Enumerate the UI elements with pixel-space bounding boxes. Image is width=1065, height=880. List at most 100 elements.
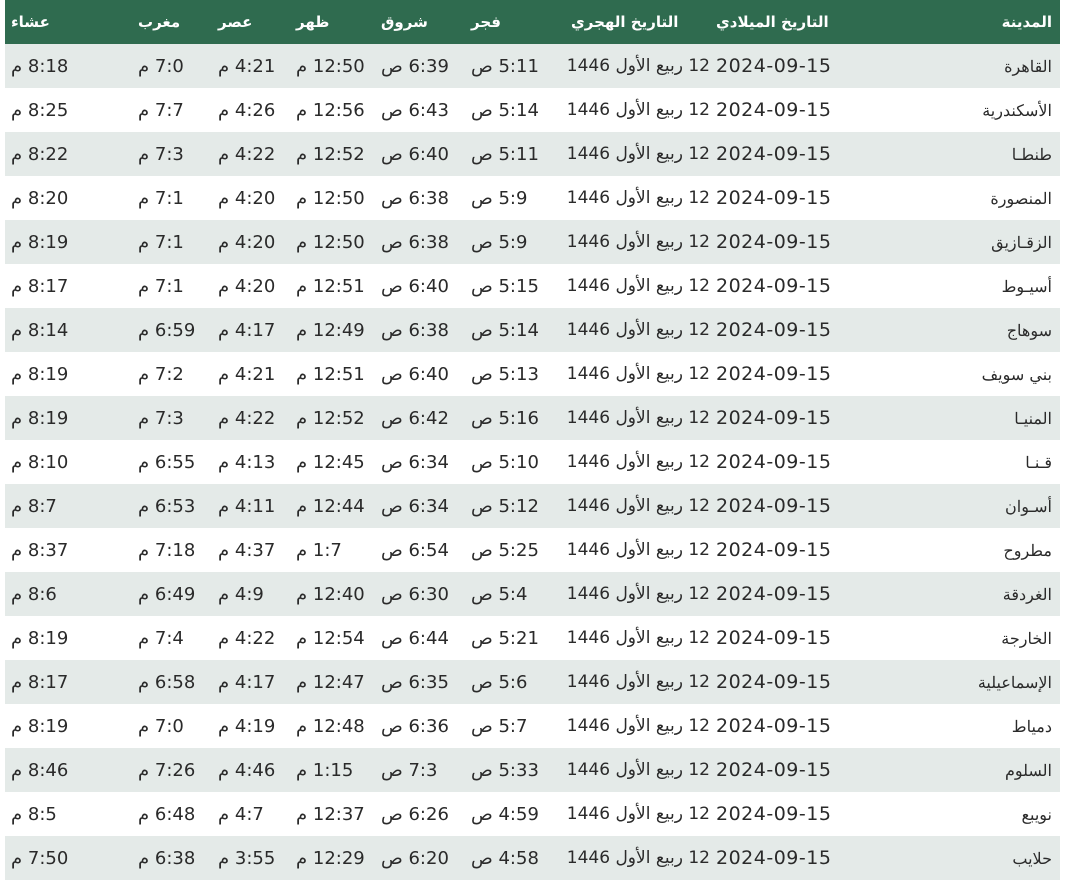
fajr-time-cell: 5:11 ص bbox=[471, 55, 539, 77]
shuruq-time-cell: 6:40 ص bbox=[381, 275, 449, 297]
dhuhr-time-cell: 12:51 م bbox=[296, 363, 365, 385]
table-row: مطروح 2024-09-15 12 ربيع الأول 1446 5:25 ص 6… bbox=[5, 528, 1060, 572]
shuruq-time-cell: 6:30 ص bbox=[381, 583, 449, 605]
gregorian-date-cell: 2024-09-15 bbox=[716, 759, 832, 781]
table-row: قـنـا 2024-09-15 12 ربيع الأول 1446 5:10 ص 6… bbox=[5, 440, 1060, 484]
city-cell: الغردقة bbox=[1002, 584, 1052, 604]
fajr-time-cell: 5:9 ص bbox=[471, 187, 528, 209]
isha-time-cell: 8:17 م bbox=[11, 671, 69, 693]
maghrib-time-cell: 6:58 م bbox=[138, 671, 196, 693]
shuruq-time-cell: 7:3 ص bbox=[381, 759, 438, 781]
header-asr: عصر bbox=[218, 13, 253, 31]
isha-time-cell: 8:19 م bbox=[11, 231, 69, 253]
shuruq-time-cell: 6:40 ص bbox=[381, 143, 449, 165]
gregorian-date-cell: 2024-09-15 bbox=[716, 187, 832, 209]
fajr-time-cell: 5:10 ص bbox=[471, 451, 539, 473]
dhuhr-time-cell: 12:45 م bbox=[296, 451, 365, 473]
table-row: دمياط 2024-09-15 12 ربيع الأول 1446 5:7 ص 6:… bbox=[5, 704, 1060, 748]
asr-time-cell: 4:26 م bbox=[218, 99, 276, 121]
maghrib-time-cell: 7:1 م bbox=[138, 187, 184, 209]
gregorian-date-cell: 2024-09-15 bbox=[716, 495, 832, 517]
fajr-time-cell: 5:11 ص bbox=[471, 143, 539, 165]
hijri-date-cell: 12 ربيع الأول 1446 bbox=[566, 320, 710, 340]
shuruq-time-cell: 6:54 ص bbox=[381, 539, 449, 561]
asr-time-cell: 4:37 م bbox=[218, 539, 276, 561]
header-dhuhr: ظهر bbox=[296, 13, 330, 31]
table-row: المنيـا 2024-09-15 12 ربيع الأول 1446 5:16 … bbox=[5, 396, 1060, 440]
city-cell: السلوم bbox=[1004, 760, 1052, 780]
prayer-times-table-container: المدينة التاريخ الميلادي التاريخ الهجري … bbox=[5, 0, 1060, 880]
isha-time-cell: 8:18 م bbox=[11, 55, 69, 77]
asr-time-cell: 3:55 م bbox=[218, 847, 276, 869]
shuruq-time-cell: 6:20 ص bbox=[381, 847, 449, 869]
isha-time-cell: 8:37 م bbox=[11, 539, 69, 561]
maghrib-time-cell: 7:3 م bbox=[138, 143, 184, 165]
header-city: المدينة bbox=[1001, 13, 1052, 31]
fajr-time-cell: 5:33 ص bbox=[471, 759, 539, 781]
hijri-date-cell: 12 ربيع الأول 1446 bbox=[566, 452, 710, 472]
table-row: الغردقة 2024-09-15 12 ربيع الأول 1446 5:4 ص… bbox=[5, 572, 1060, 616]
city-cell: دمياط bbox=[1011, 716, 1052, 736]
asr-time-cell: 4:20 م bbox=[218, 187, 276, 209]
hijri-date-cell: 12 ربيع الأول 1446 bbox=[566, 100, 710, 120]
asr-time-cell: 4:7 م bbox=[218, 803, 264, 825]
hijri-date-cell: 12 ربيع الأول 1446 bbox=[566, 144, 710, 164]
city-cell: حلايب bbox=[1012, 848, 1052, 868]
asr-time-cell: 4:22 م bbox=[218, 627, 276, 649]
hijri-date-cell: 12 ربيع الأول 1446 bbox=[566, 232, 710, 252]
dhuhr-time-cell: 1:15 م bbox=[296, 759, 354, 781]
dhuhr-time-cell: 12:52 م bbox=[296, 407, 365, 429]
hijri-date-cell: 12 ربيع الأول 1446 bbox=[566, 56, 710, 76]
city-cell: مطروح bbox=[1003, 540, 1052, 560]
table-row: أسـوان 2024-09-15 12 ربيع الأول 1446 5:12 ص… bbox=[5, 484, 1060, 528]
maghrib-time-cell: 7:1 م bbox=[138, 231, 184, 253]
asr-time-cell: 4:20 م bbox=[218, 231, 276, 253]
maghrib-time-cell: 6:59 م bbox=[138, 319, 196, 341]
table-row: طنطـا 2024-09-15 12 ربيع الأول 1446 5:11 ص 6… bbox=[5, 132, 1060, 176]
asr-time-cell: 4:9 م bbox=[218, 583, 264, 605]
isha-time-cell: 8:17 م bbox=[11, 275, 69, 297]
gregorian-date-cell: 2024-09-15 bbox=[716, 363, 832, 385]
maghrib-time-cell: 7:0 م bbox=[138, 715, 184, 737]
hijri-date-cell: 12 ربيع الأول 1446 bbox=[566, 716, 710, 736]
header-isha: عشاء bbox=[11, 13, 50, 31]
hijri-date-cell: 12 ربيع الأول 1446 bbox=[566, 540, 710, 560]
isha-time-cell: 8:14 م bbox=[11, 319, 69, 341]
table-row: الخارجة 2024-09-15 12 ربيع الأول 1446 5:21 … bbox=[5, 616, 1060, 660]
header-row: المدينة التاريخ الميلادي التاريخ الهجري … bbox=[5, 0, 1060, 44]
city-cell: المنيـا bbox=[1014, 408, 1052, 428]
asr-time-cell: 4:21 م bbox=[218, 363, 276, 385]
fajr-time-cell: 5:7 ص bbox=[471, 715, 528, 737]
asr-time-cell: 4:17 م bbox=[218, 671, 276, 693]
fajr-time-cell: 5:25 ص bbox=[471, 539, 539, 561]
isha-time-cell: 8:46 م bbox=[11, 759, 69, 781]
fajr-time-cell: 4:58 ص bbox=[471, 847, 539, 869]
table-row: السلوم 2024-09-15 12 ربيع الأول 1446 5:33 ص… bbox=[5, 748, 1060, 792]
table-row: حلايب 2024-09-15 12 ربيع الأول 1446 4:58 ص 6… bbox=[5, 836, 1060, 880]
gregorian-date-cell: 2024-09-15 bbox=[716, 583, 832, 605]
isha-time-cell: 8:25 م bbox=[11, 99, 69, 121]
fajr-time-cell: 4:59 ص bbox=[471, 803, 539, 825]
header-shuruq: شروق bbox=[381, 13, 428, 31]
gregorian-date-cell: 2024-09-15 bbox=[716, 275, 832, 297]
fajr-time-cell: 5:13 ص bbox=[471, 363, 539, 385]
isha-time-cell: 8:19 م bbox=[11, 407, 69, 429]
gregorian-date-cell: 2024-09-15 bbox=[716, 319, 832, 341]
shuruq-time-cell: 6:34 ص bbox=[381, 495, 449, 517]
dhuhr-time-cell: 12:44 م bbox=[296, 495, 365, 517]
gregorian-date-cell: 2024-09-15 bbox=[716, 143, 832, 165]
isha-time-cell: 8:10 م bbox=[11, 451, 69, 473]
city-cell: الأسكندرية bbox=[982, 100, 1052, 120]
header-hijri: التاريخ الهجري bbox=[571, 13, 679, 31]
gregorian-date-cell: 2024-09-15 bbox=[716, 627, 832, 649]
shuruq-time-cell: 6:35 ص bbox=[381, 671, 449, 693]
city-cell: أسيـوط bbox=[1001, 276, 1052, 296]
gregorian-date-cell: 2024-09-15 bbox=[716, 99, 832, 121]
hijri-date-cell: 12 ربيع الأول 1446 bbox=[566, 364, 710, 384]
shuruq-time-cell: 6:38 ص bbox=[381, 231, 449, 253]
isha-time-cell: 8:5 م bbox=[11, 803, 57, 825]
shuruq-time-cell: 6:38 ص bbox=[381, 187, 449, 209]
gregorian-date-cell: 2024-09-15 bbox=[716, 715, 832, 737]
hijri-date-cell: 12 ربيع الأول 1446 bbox=[566, 188, 710, 208]
dhuhr-time-cell: 12:40 م bbox=[296, 583, 365, 605]
